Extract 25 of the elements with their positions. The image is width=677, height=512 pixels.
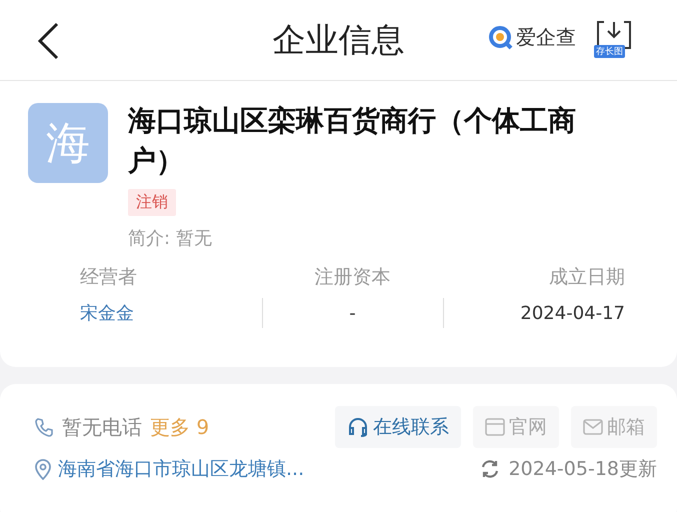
save-image-button[interactable]: 存长图: [594, 18, 634, 58]
mail-icon: [583, 419, 603, 435]
fact-value: 2024-04-17: [520, 302, 626, 326]
fact-value: -: [349, 302, 356, 326]
headset-icon: [347, 416, 369, 438]
browser-icon: [485, 418, 505, 436]
fact-label: 成立日期: [549, 265, 626, 290]
intro-text: 简介: 暂无: [128, 227, 212, 250]
phone-icon: [34, 417, 54, 437]
back-icon[interactable]: [36, 22, 60, 60]
address-link[interactable]: 海南省海口市琼山区龙塘镇...: [58, 456, 304, 482]
phone-text: 暂无电话: [62, 414, 142, 440]
more-link[interactable]: 更多 9: [150, 414, 210, 440]
status-tag: 注销: [128, 189, 176, 216]
update-date: 2024-05-18更新: [508, 457, 657, 482]
contact-button[interactable]: 在线联系: [335, 406, 461, 448]
fact-label: 经营者: [80, 265, 137, 290]
fact-value[interactable]: 宋金金: [80, 300, 134, 328]
company-name: 海口琼山区栾琳百货商行（个体工商户）: [128, 103, 577, 179]
location-pin-icon: [34, 458, 52, 480]
company-avatar: 海: [28, 103, 108, 183]
fact-label: 注册资本: [314, 265, 390, 290]
page-title: 企业信息: [272, 18, 404, 60]
magnifier-logo-icon: [488, 24, 514, 50]
brand-name: 爱企查: [516, 24, 576, 51]
